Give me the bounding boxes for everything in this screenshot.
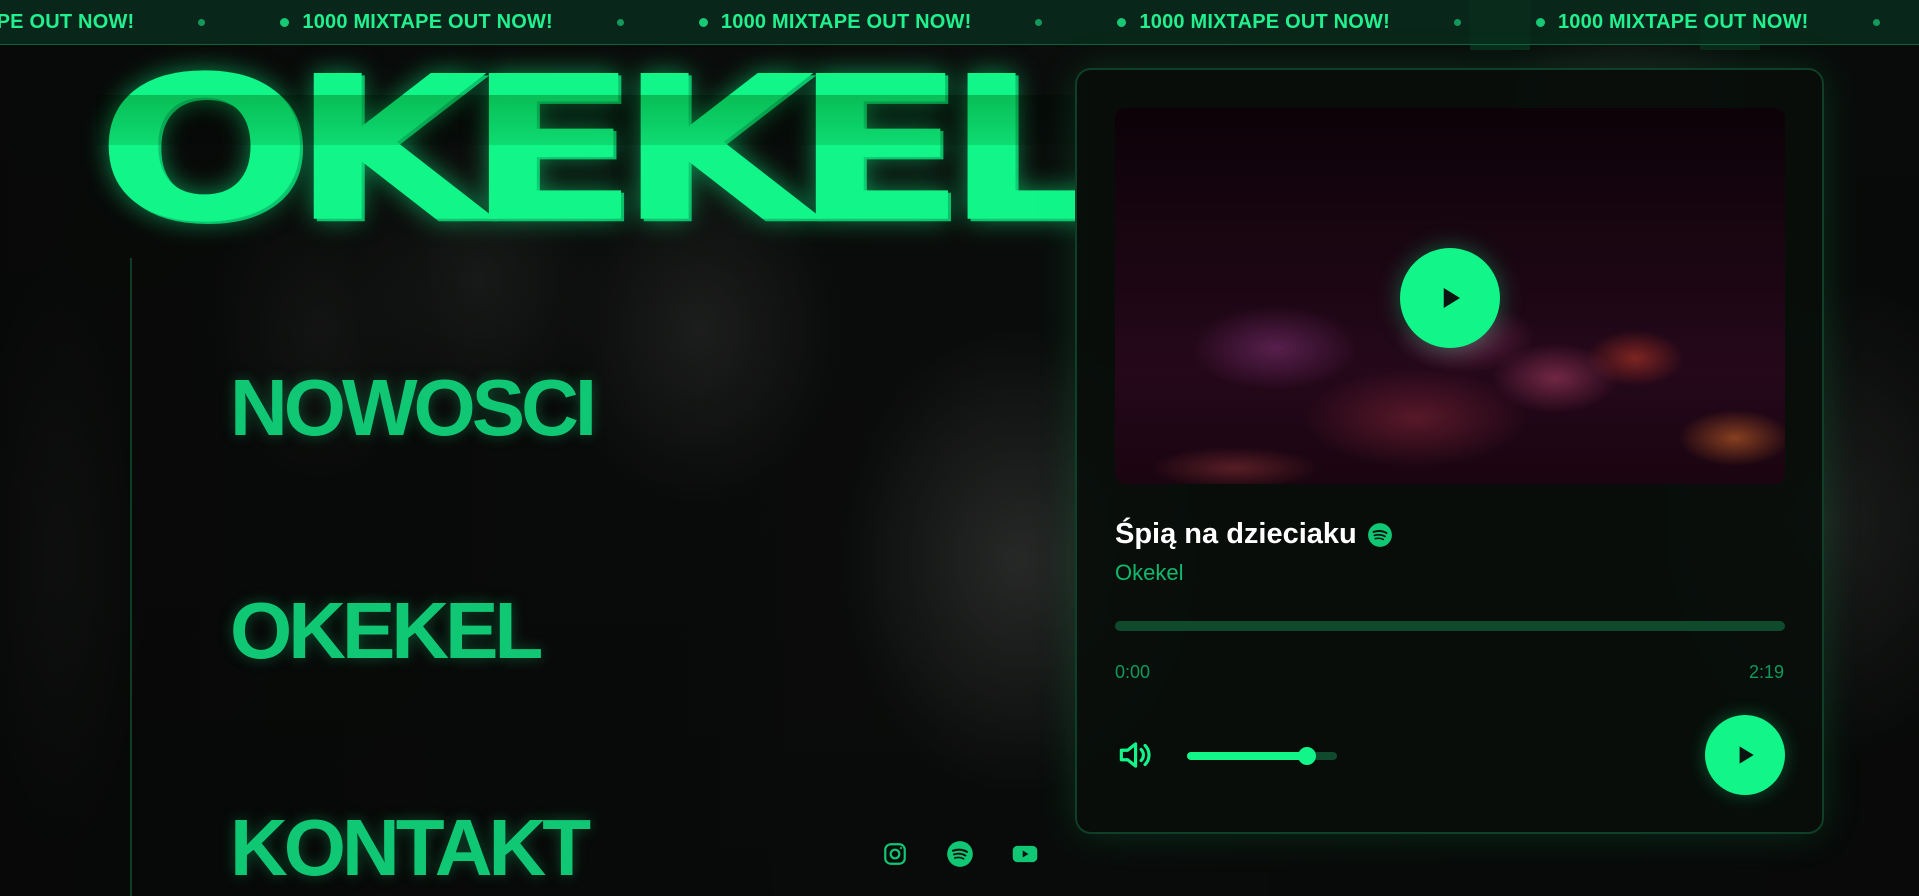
duration: 2:19	[1748, 662, 1784, 682]
vertical-divider	[130, 258, 132, 896]
ticker-dot	[1117, 18, 1127, 27]
play-icon	[1443, 288, 1460, 308]
track-artist[interactable]: Okekel	[1115, 560, 1183, 586]
announcement-ticker: APE OUT NOW! 1000 MIXTAPE OUT NOW! 1000 …	[0, 0, 1919, 45]
spotify-link[interactable]	[944, 838, 976, 870]
nav-link-okekel[interactable]: OKEKEL	[230, 585, 543, 677]
youtube-link[interactable]	[1009, 838, 1041, 870]
instagram-link[interactable]	[879, 838, 911, 870]
ticker-item: APE OUT NOW!	[0, 11, 302, 34]
youtube-icon	[1012, 845, 1038, 863]
ticker-separator	[198, 19, 206, 26]
volume-knob[interactable]	[1298, 747, 1316, 765]
ticker-separator	[616, 19, 624, 26]
play-icon	[1739, 746, 1754, 764]
spotify-icon[interactable]	[1367, 522, 1393, 548]
site-logo[interactable]: OKEKEL	[96, 46, 1075, 254]
spotify-icon	[947, 841, 973, 867]
track-title: Śpią na dzieciaku	[1115, 518, 1357, 550]
ticker-dot	[1535, 18, 1545, 27]
play-button[interactable]	[1705, 715, 1785, 795]
ticker-item: 1000 MIXTAPE OUT NOW!	[302, 11, 721, 34]
volume-slider[interactable]	[1187, 747, 1337, 765]
ticker-separator	[1035, 19, 1043, 26]
music-player-card: Śpią na dzieciaku Okekel 0:00 2:19	[1075, 68, 1824, 834]
instagram-icon	[884, 843, 906, 865]
logo-stripe	[96, 95, 1075, 145]
video-thumbnail[interactable]	[1115, 108, 1785, 484]
track-title-row: Śpią na dzieciaku	[1115, 518, 1393, 551]
ticker-item: 1000 MIXTAPE OUT NOW!	[721, 11, 1140, 34]
ticker-track: APE OUT NOW! 1000 MIXTAPE OUT NOW! 1000 …	[0, 0, 1919, 44]
video-play-button[interactable]	[1400, 248, 1500, 348]
volume-fill	[1187, 752, 1307, 760]
ticker-item: 1000 MIXTAPE OUT NOW!	[1139, 11, 1558, 34]
ticker-separator	[1453, 19, 1461, 26]
nav-link-kontakt[interactable]: KONTAKT	[230, 802, 591, 894]
ticker-item: 1000 MIXTAPE OUT NOW!	[1558, 11, 1919, 34]
nav-link-nowosci[interactable]: NOWOSCI	[230, 362, 597, 454]
progress-bar[interactable]	[1115, 621, 1785, 631]
current-time: 0:00	[1115, 662, 1151, 682]
ticker-separator	[1872, 19, 1880, 26]
logo-wrapper: OKEKEL	[0, 45, 1075, 270]
ticker-dot	[698, 18, 708, 27]
volume-icon[interactable]	[1115, 736, 1153, 774]
ticker-dot	[280, 18, 290, 27]
